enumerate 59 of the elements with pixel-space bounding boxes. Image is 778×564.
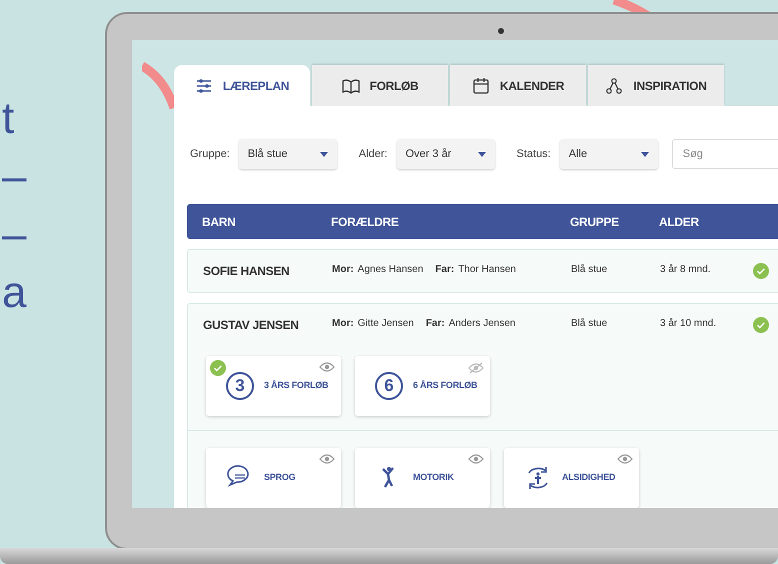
tab[interactable]: FORLØB [312, 65, 448, 106]
calendar-icon [472, 76, 490, 94]
group-cell-text: Blå stue [571, 317, 608, 331]
card[interactable]: ALSIDIGHED [504, 448, 639, 508]
curve-decoration [142, 62, 174, 112]
parent-name: Gitte Jensen [358, 317, 414, 331]
course-title: 3 ÅRS FORLØB [264, 379, 328, 392]
age-cell-text: 3 år 10 mnd. [660, 317, 718, 331]
group-cell-text: Blå stue [571, 263, 608, 277]
parent-name: Thor Hansen [458, 263, 516, 277]
eye-icon[interactable] [319, 362, 335, 372]
eye-crossed-icon[interactable] [468, 362, 484, 374]
table-row[interactable]: SOFIE HANSEN Mor: Agnes Hansen Far: Thor Hansen Blå stue 3 år 8 mnd. [187, 249, 778, 293]
dropdown[interactable]: Over 3 år [396, 139, 494, 169]
dropdown[interactable]: Blå stue [238, 139, 337, 169]
card[interactable]: SPROG [206, 448, 341, 508]
table-row[interactable]: GUSTAV JENSEN Mor: Gitte Jensen Far: Anders Jensen Blå stue 3 år 10 mnd. 3 3 ÅRS FORLØB 6 6 ÅRS FORLØB SPROG MOTORIK ALSIDIGHED [187, 303, 778, 508]
column-header: GRUPPE [570, 214, 620, 230]
cut-off-text: t [1, 95, 16, 143]
dropdown[interactable]: Alle [560, 139, 658, 169]
book-icon [342, 76, 360, 94]
tab[interactable]: LÆREPLAN [174, 65, 310, 106]
age-cell-text: 3 år 8 mnd. [660, 263, 712, 277]
camera-icon [498, 28, 504, 34]
tab[interactable]: KALENDER [450, 65, 586, 106]
theme-title: MOTORIK [413, 471, 454, 484]
parent-label: Mor: [332, 263, 354, 277]
filter-label: Alder: [358, 146, 388, 162]
child-name: SOFIE HANSEN [203, 263, 290, 280]
molecule-icon [605, 76, 624, 94]
course-title: 6 ÅRS FORLØB [413, 379, 478, 392]
cut-off-text: – [1, 153, 26, 201]
theme-title: ALSIDIGHED [562, 471, 616, 484]
column-header: ALDER [659, 214, 700, 230]
eye-icon[interactable] [468, 454, 484, 464]
filter-label: Gruppe: [190, 146, 230, 162]
eye-icon[interactable] [319, 454, 335, 464]
child-name: GUSTAV JENSEN [203, 317, 300, 334]
card[interactable]: 3 3 ÅRS FORLØB [206, 356, 341, 416]
parent-name: Anders Jensen [448, 317, 516, 331]
cut-off-text: a [1, 269, 26, 317]
column-header: BARN [202, 214, 236, 230]
parent-name: Agnes Hansen [358, 263, 424, 277]
eye-icon[interactable] [617, 454, 633, 464]
sliders-icon [194, 76, 213, 94]
search-field[interactable]: Søg [672, 139, 778, 169]
caret-icon [640, 152, 649, 156]
caret-icon [478, 152, 486, 156]
theme-title: SPROG [264, 471, 296, 484]
card[interactable]: 6 6 ÅRS FORLØB [355, 356, 490, 416]
parent-label: Far: [435, 263, 454, 277]
tab[interactable]: INSPIRATION [588, 65, 724, 106]
caret-icon [320, 152, 328, 156]
parent-label: Far: [426, 317, 445, 331]
card[interactable]: MOTORIK [355, 448, 490, 508]
filter-label: Status: [516, 146, 551, 162]
column-header: FORÆLDRE [331, 214, 400, 230]
cut-off-text: – [1, 211, 26, 259]
parent-label: Mor: [332, 317, 354, 331]
